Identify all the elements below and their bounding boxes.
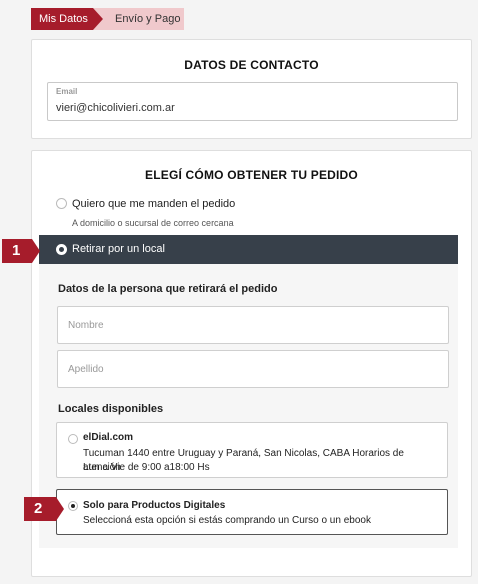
breadcrumb: Mis Datos Envío y Pago	[31, 8, 191, 30]
contact-card: DATOS DE CONTACTO Email vieri@chicolivie…	[31, 39, 472, 139]
ship-option[interactable]: Quiero que me manden el pedido A domicil…	[39, 189, 458, 235]
surname-input[interactable]	[68, 351, 438, 387]
pickup-option-label: Retirar por un local	[72, 243, 165, 255]
name-field[interactable]	[57, 306, 449, 344]
ship-option-label: Quiero que me manden el pedido	[72, 198, 236, 210]
email-field[interactable]: Email vieri@chicolivieri.com.ar	[47, 82, 458, 121]
callout-badge-2: 2	[24, 497, 64, 521]
callout-badge-1: 1	[2, 239, 40, 263]
local-digital-radio[interactable]	[68, 501, 78, 511]
locales-label: Locales disponibles	[58, 403, 164, 415]
person-section-label: Datos de la persona que retirará el pedi…	[58, 283, 278, 295]
local-eldial-radio[interactable]	[68, 434, 78, 444]
local-option-digital[interactable]: Solo para Productos Digitales Seleccioná…	[56, 489, 448, 535]
pickup-radio[interactable]	[56, 244, 67, 255]
local-option-eldial[interactable]: elDial.com Tucuman 1440 entre Uruguay y …	[56, 422, 448, 478]
contact-title: DATOS DE CONTACTO	[184, 58, 319, 72]
local-digital-description: Seleccioná esta opción si estás comprand…	[83, 515, 371, 526]
pickup-option[interactable]: Retirar por un local	[39, 235, 458, 264]
name-input[interactable]	[68, 307, 438, 343]
order-title: ELEGÍ CÓMO OBTENER TU PEDIDO	[145, 168, 358, 182]
email-label: Email	[56, 87, 78, 96]
local-eldial-hours: Lun a Vie de 9:00 a18:00 Hs	[83, 462, 210, 473]
email-value[interactable]: vieri@chicolivieri.com.ar	[56, 102, 175, 114]
ship-option-sub: A domicilio o sucursal de correo cercana	[72, 218, 234, 228]
surname-field[interactable]	[57, 350, 449, 388]
step-envio-y-pago[interactable]: Envío y Pago	[93, 8, 184, 30]
step-mis-datos[interactable]: Mis Datos	[31, 8, 103, 30]
ship-radio[interactable]	[56, 198, 67, 209]
local-eldial-name: elDial.com	[83, 432, 134, 443]
local-digital-name: Solo para Productos Digitales	[83, 500, 226, 511]
